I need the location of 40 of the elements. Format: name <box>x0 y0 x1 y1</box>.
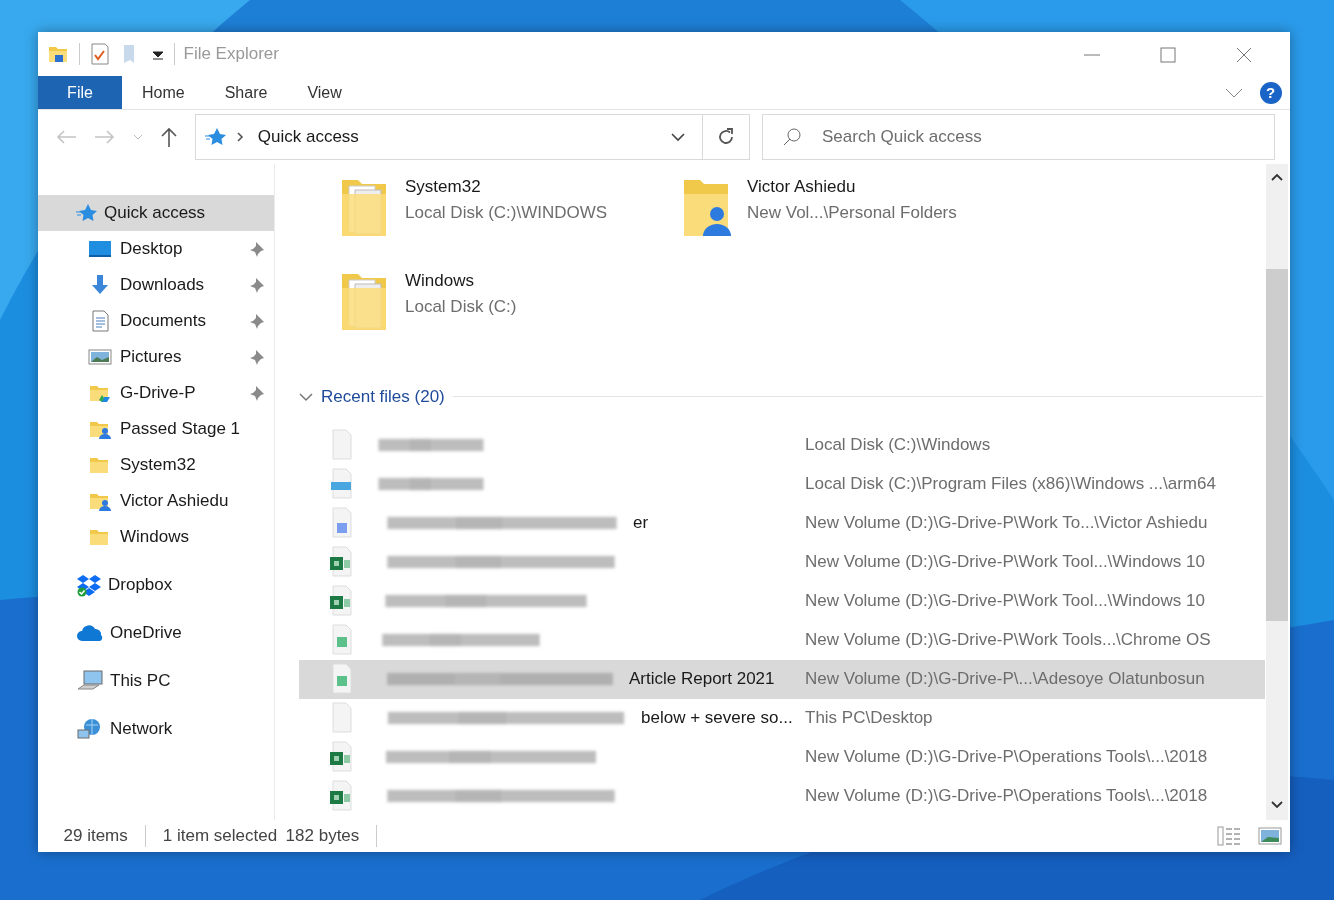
file-row[interactable]: New Volume (D:)\G-Drive-P\Work Tool...\Windows 10 <box>299 581 1265 621</box>
ribbon-tab[interactable]: Share <box>204 76 288 109</box>
nav-item[interactable]: Downloads <box>38 267 274 303</box>
file-row[interactable]: New Volume (D:)\G-Drive-P\Work Tools...\Chrome OS <box>299 620 1265 660</box>
file-row[interactable]: Article Report 2021 New Volume (D:)\G-Drive-P\...\Adesoye Olatunbosun <box>299 659 1265 699</box>
file-row[interactable]: Local Disk (C:)\Program Files (x86)\Windows ...\arm64 <box>299 464 1265 504</box>
selection-size: 182 bytes <box>285 825 360 848</box>
folder-tile[interactable]: System32 Local Disk (C:)\WINDOWS <box>339 174 681 240</box>
nav-item[interactable]: G-Drive-P <box>38 375 274 411</box>
nav-item[interactable]: Desktop <box>38 231 274 267</box>
folder-tile[interactable]: Windows Local Disk (C:) <box>339 268 681 334</box>
nav-item[interactable]: Victor Ashiedu <box>38 483 274 519</box>
ribbon-tab[interactable]: View <box>287 76 362 109</box>
help-button[interactable]: ? <box>1259 81 1282 104</box>
nav-item[interactable]: Passed Stage 1 <box>38 411 274 447</box>
nav-item[interactable]: Quick access <box>38 195 274 231</box>
selection-info: 1 item selected <box>162 825 278 848</box>
file-row[interactable]: New Volume (D:)\G-Drive-P\Operations Tools\...\2018 <box>299 776 1265 816</box>
file-row[interactable]: below + severe so... This PC\Desktop <box>299 698 1265 738</box>
ribbon-tab[interactable]: Home <box>122 76 205 109</box>
window-title: File Explorer <box>183 43 279 66</box>
file-row[interactable]: Local Disk (C:)\Windows <box>299 425 1265 465</box>
nav-item[interactable]: Network <box>38 711 274 747</box>
nav-item[interactable]: Windows <box>38 519 274 555</box>
nav-item[interactable]: Dropbox <box>38 567 274 603</box>
nav-item[interactable]: This PC <box>38 663 274 699</box>
address-path: Quick access <box>257 126 359 149</box>
folder-tile[interactable]: Victor Ashiedu New Vol...\Personal Folders <box>681 174 1023 240</box>
address-bar[interactable]: Quick access <box>195 114 703 160</box>
file-row[interactable]: New Volume (D:)\G-Drive-P\Operations Tools\...\2018 <box>299 737 1265 777</box>
item-count: 29 items <box>62 825 128 848</box>
file-row[interactable]: New Volume (D:)\G-Drive-P\Work Tool...\Windows 10 <box>299 542 1265 582</box>
nav-item[interactable]: Documents <box>38 303 274 339</box>
nav-item[interactable]: OneDrive <box>38 615 274 651</box>
search-field[interactable]: Search Quick access <box>762 114 1275 160</box>
file-menu-button[interactable]: File <box>38 76 122 109</box>
nav-item[interactable]: Pictures <box>38 339 274 375</box>
group-header[interactable]: Recent files (20) <box>321 384 445 410</box>
file-row[interactable]: er New Volume (D:)\G-Drive-P\Work To...\Victor Ashiedu <box>299 503 1265 543</box>
nav-item[interactable]: System32 <box>38 447 274 483</box>
